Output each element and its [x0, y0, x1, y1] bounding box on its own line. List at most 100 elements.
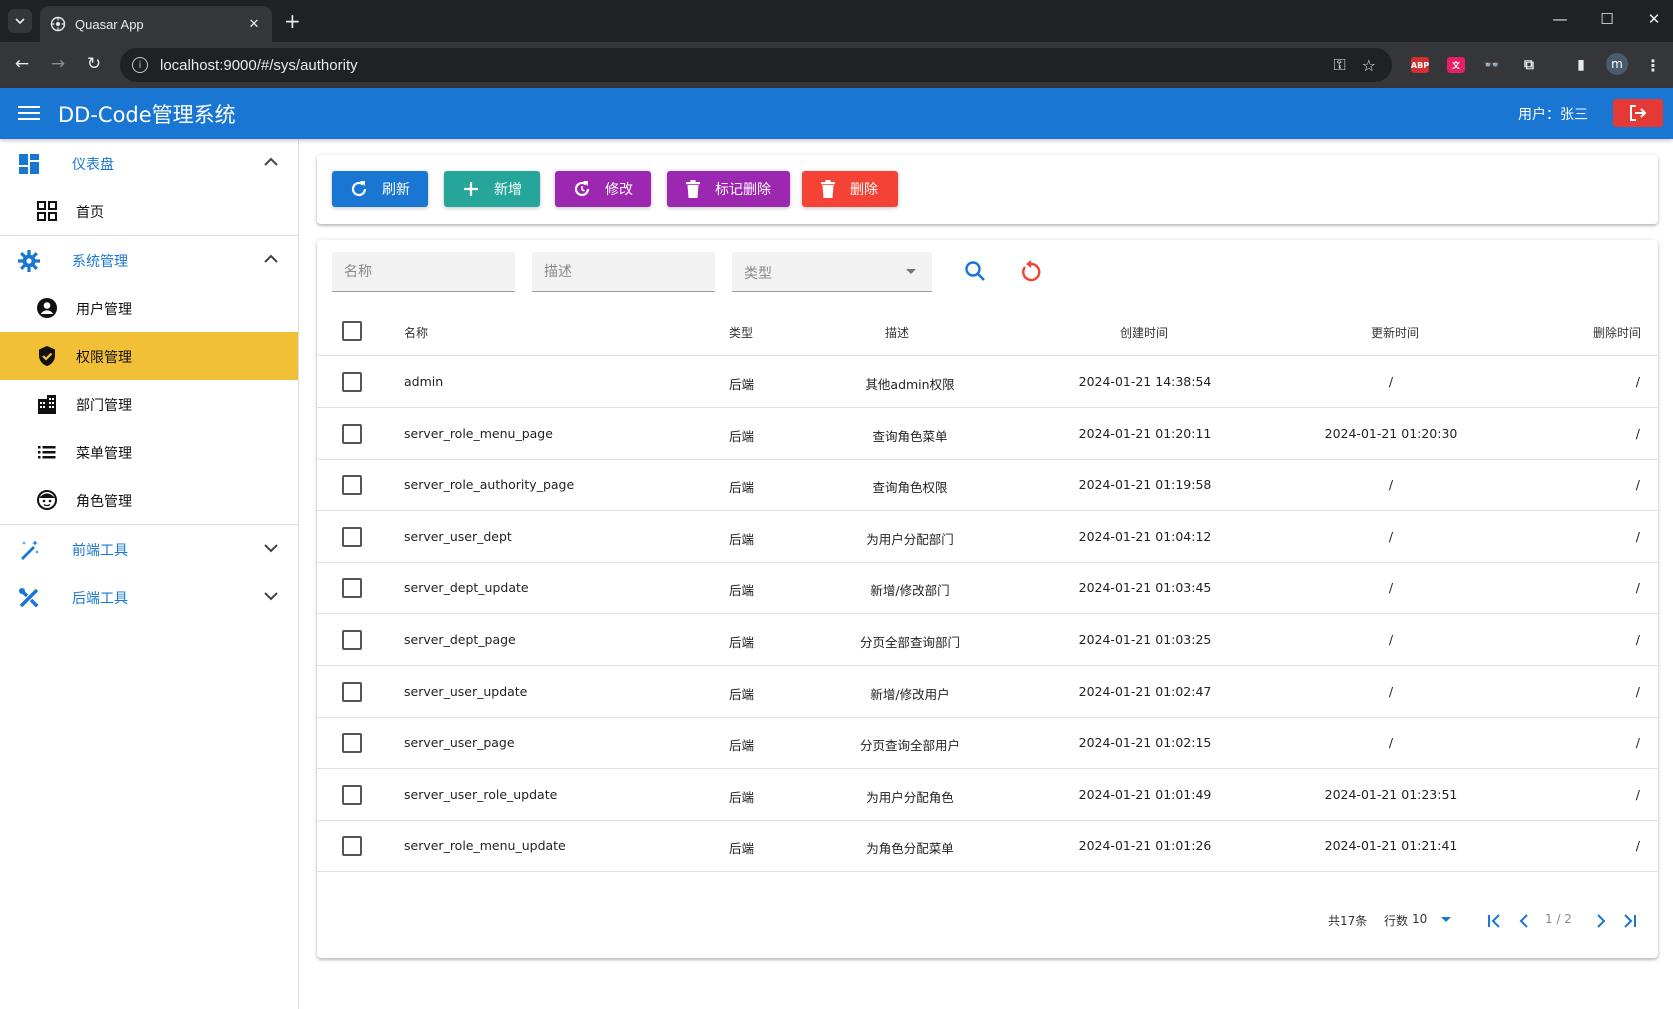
name-filter-input[interactable] [332, 252, 515, 291]
last-page-icon[interactable] [1620, 911, 1640, 931]
cell-deleted: / [1635, 528, 1640, 544]
desc-filter-input[interactable] [532, 252, 715, 291]
tab-title: Quasar App [75, 16, 144, 32]
table-row[interactable]: server_role_menu_page 后端 查询角色菜单 2024-01-21 … [317, 409, 1658, 460]
column-header-deleted: 删除时间 [1593, 326, 1642, 340]
add-button[interactable]: 新增 [444, 171, 540, 207]
sidebar-item-menus[interactable]: 菜单管理 [0, 428, 298, 476]
pagination: 共17条 行数 10 1 / 2 [317, 895, 1658, 945]
table-row[interactable]: server_user_dept 后端 为用户分配部门 2024-01-21 01:0… [317, 512, 1658, 563]
table-row[interactable]: server_user_update 后端 新增/修改用户 2024-01-21 01… [317, 667, 1658, 718]
column-header-created: 创建时间 [1120, 326, 1169, 340]
logout-button[interactable] [1613, 99, 1663, 127]
table-row[interactable]: server_dept_update 后端 新增/修改部门 2024-01-21 01… [317, 563, 1658, 615]
back-icon[interactable]: ← [11, 54, 33, 74]
cell-type: 后端 [729, 377, 755, 392]
select-all-checkbox[interactable] [342, 321, 362, 341]
table-row[interactable]: server_user_role_update 后端 为用户分配角色 2024-01-… [317, 770, 1658, 821]
maximize-icon[interactable]: ☐ [1597, 10, 1617, 28]
prev-page-icon[interactable] [1514, 911, 1534, 931]
column-header-type: 类型 [729, 326, 754, 340]
reload-icon[interactable]: ↻ [83, 54, 105, 74]
menu-hamburger-icon[interactable] [18, 102, 40, 124]
rows-per-page-label: 行数 [1384, 914, 1409, 928]
sidebar-item-home[interactable]: 首页 [0, 187, 298, 235]
cell-desc: 查询角色菜单 [872, 428, 948, 444]
window-close-icon[interactable]: ✕ [1644, 10, 1664, 28]
profile-avatar[interactable]: m [1606, 53, 1628, 75]
mark-delete-button[interactable]: 标记删除 [667, 171, 790, 207]
sidebar-item-users[interactable]: 用户管理 [0, 284, 298, 332]
caret-down-icon[interactable] [1441, 917, 1451, 922]
row-checkbox[interactable] [342, 372, 362, 392]
browser-toolbar: ← → ↻ i localhost:9000/#/sys/authority ⚿… [0, 42, 1673, 88]
row-checkbox[interactable] [342, 681, 362, 702]
row-checkbox[interactable] [342, 733, 362, 754]
next-page-icon[interactable] [1591, 911, 1611, 931]
cell-created: 2024-01-21 01:01:49 [1078, 786, 1212, 802]
adblock-extension-icon[interactable]: ABP [1411, 57, 1429, 73]
plus-icon [464, 182, 478, 196]
sidebar-item-label: 首页 [76, 205, 104, 221]
sidebar-group-backend-tools[interactable]: 后端工具 [0, 573, 298, 621]
key-icon[interactable]: ⚿ [1333, 55, 1345, 75]
sidebar-group-dashboard[interactable]: 仪表盘 [0, 139, 298, 187]
cell-type: 后端 [729, 841, 755, 857]
edit-button[interactable]: 修改 [555, 171, 651, 207]
sidebar-group-frontend-tools[interactable]: 前端工具 [0, 525, 298, 573]
cell-created: 2024-01-21 01:04:12 [1078, 528, 1212, 544]
cell-updated: / [1388, 374, 1394, 389]
reset-icon[interactable] [1018, 258, 1044, 284]
rows-per-page-value[interactable]: 10 [1412, 912, 1427, 926]
first-page-icon[interactable] [1484, 911, 1504, 931]
cell-name: server_user_update [404, 683, 528, 699]
row-checkbox[interactable] [342, 526, 362, 547]
search-icon[interactable] [962, 258, 988, 284]
desc-filter-field[interactable] [532, 252, 715, 292]
refresh-button[interactable]: 刷新 [332, 171, 428, 207]
cell-created: 2024-01-21 01:20:11 [1078, 425, 1212, 441]
type-filter-select[interactable]: 类型 [732, 252, 932, 292]
face-icon [37, 490, 57, 510]
browser-tab[interactable]: Quasar App ✕ [40, 6, 272, 42]
new-tab-button[interactable]: + [284, 10, 301, 32]
row-checkbox[interactable] [342, 475, 362, 496]
cell-created: 2024-01-21 01:02:15 [1078, 735, 1212, 751]
row-checkbox[interactable] [342, 630, 362, 650]
table-row[interactable]: server_role_menu_update 后端 为角色分配菜单 2024-01-… [317, 821, 1658, 873]
bookmark-star-icon[interactable]: ☆ [1362, 56, 1376, 75]
site-info-icon[interactable]: i [132, 57, 148, 73]
sidebar-item-authority[interactable]: 权限管理 [0, 332, 298, 380]
table-row[interactable]: server_user_page 后端 分页查询全部用户 2024-01-21 01:… [317, 718, 1658, 770]
sidebar-group-system[interactable]: 系统管理 [0, 236, 298, 284]
forward-icon[interactable]: → [47, 54, 69, 74]
cell-desc: 分页全部查询部门 [859, 635, 961, 650]
row-checkbox[interactable] [342, 784, 362, 805]
address-bar[interactable]: i localhost:9000/#/sys/authority ⚿ ☆ [120, 48, 1392, 82]
table-row[interactable]: server_role_authority_page 后端 查询角色权限 2024-0… [317, 460, 1658, 512]
sidebar-item-departments[interactable]: 部门管理 [0, 380, 298, 428]
translate-extension-icon[interactable]: 文 [1447, 57, 1465, 73]
quasar-logo-icon [50, 16, 66, 32]
glasses-extension-icon[interactable]: 👓 [1483, 57, 1501, 73]
sidebar-item-roles[interactable]: 角色管理 [0, 476, 298, 524]
tab-search-button[interactable] [8, 9, 32, 33]
minimize-icon[interactable]: — [1550, 10, 1570, 28]
row-checkbox[interactable] [342, 836, 362, 857]
cell-name: server_role_menu_page [404, 425, 553, 441]
table-row[interactable]: server_dept_page 后端 分页全部查询部门 2024-01-21 01:… [317, 615, 1658, 666]
magic-wand-icon [21, 540, 39, 560]
cell-deleted: / [1635, 425, 1640, 441]
delete-button-label: 删除 [850, 182, 878, 198]
cell-deleted: / [1635, 683, 1640, 699]
name-filter-field[interactable] [332, 252, 515, 292]
more-menu-icon[interactable]: ⋮ [1644, 56, 1662, 75]
extensions-puzzle-icon[interactable]: ⧉ [1520, 57, 1538, 73]
delete-button[interactable]: 删除 [802, 171, 898, 207]
table-row[interactable]: admin 后端 其他admin权限 2024-01-21 14:38:54 / / [317, 357, 1658, 408]
cell-updated: / [1388, 477, 1394, 493]
side-panel-icon[interactable]: ▮ [1572, 57, 1590, 73]
row-checkbox[interactable] [342, 423, 362, 444]
row-checkbox[interactable] [342, 578, 362, 599]
close-icon[interactable]: ✕ [246, 17, 262, 32]
